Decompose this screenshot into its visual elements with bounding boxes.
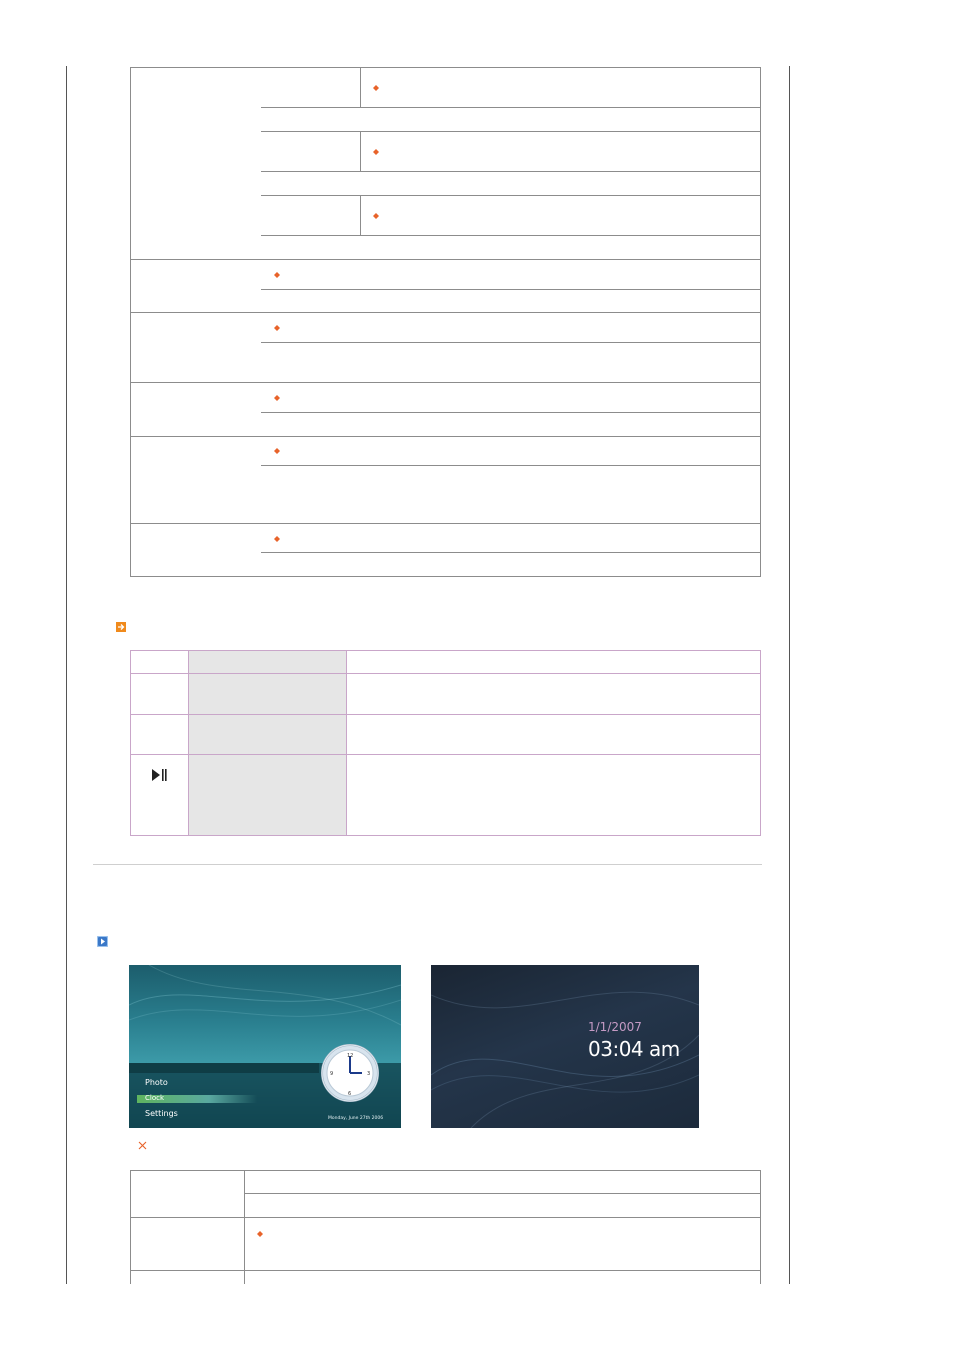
section-divider bbox=[93, 864, 762, 865]
diamond-bullet-icon bbox=[257, 1231, 263, 1237]
diamond-bullet-icon bbox=[373, 85, 379, 91]
note-x-icon bbox=[138, 1135, 147, 1150]
diamond-bullet-icon bbox=[274, 272, 280, 278]
menu-item-settings: Settings bbox=[145, 1109, 178, 1118]
clock-time: 03:04 am bbox=[588, 1037, 680, 1061]
diamond-bullet-icon bbox=[274, 395, 280, 401]
spec-table-outline bbox=[130, 67, 761, 577]
diamond-bullet-icon bbox=[274, 536, 280, 542]
page-right-border bbox=[789, 66, 790, 1284]
play-right-icon bbox=[97, 932, 108, 947]
clock-screenshot: 1/1/2007 03:04 am bbox=[431, 965, 699, 1128]
svg-text:3: 3 bbox=[367, 1071, 370, 1077]
diamond-bullet-icon bbox=[274, 325, 280, 331]
menu-screenshot: Photo Clock Settings 12 3 6 9 Monday, Ju… bbox=[129, 965, 401, 1128]
svg-text:12: 12 bbox=[347, 1053, 353, 1059]
diamond-bullet-icon bbox=[373, 213, 379, 219]
page-left-border bbox=[66, 66, 67, 1284]
clock-date: 1/1/2007 bbox=[588, 1020, 642, 1034]
menu-item-clock: Clock bbox=[145, 1094, 165, 1102]
diamond-bullet-icon bbox=[274, 448, 280, 454]
svg-text:6: 6 bbox=[348, 1091, 351, 1097]
svg-text:9: 9 bbox=[330, 1071, 333, 1077]
button-table-outline bbox=[130, 650, 761, 836]
menu-footer-date: Monday, June 27th 2006 bbox=[328, 1116, 384, 1121]
clock-icon: 12 3 6 9 bbox=[320, 1043, 380, 1103]
play-pause-icon bbox=[151, 767, 167, 781]
menu-item-photo: Photo bbox=[145, 1078, 168, 1087]
diamond-bullet-icon bbox=[373, 149, 379, 155]
arrow-right-icon bbox=[116, 617, 126, 632]
